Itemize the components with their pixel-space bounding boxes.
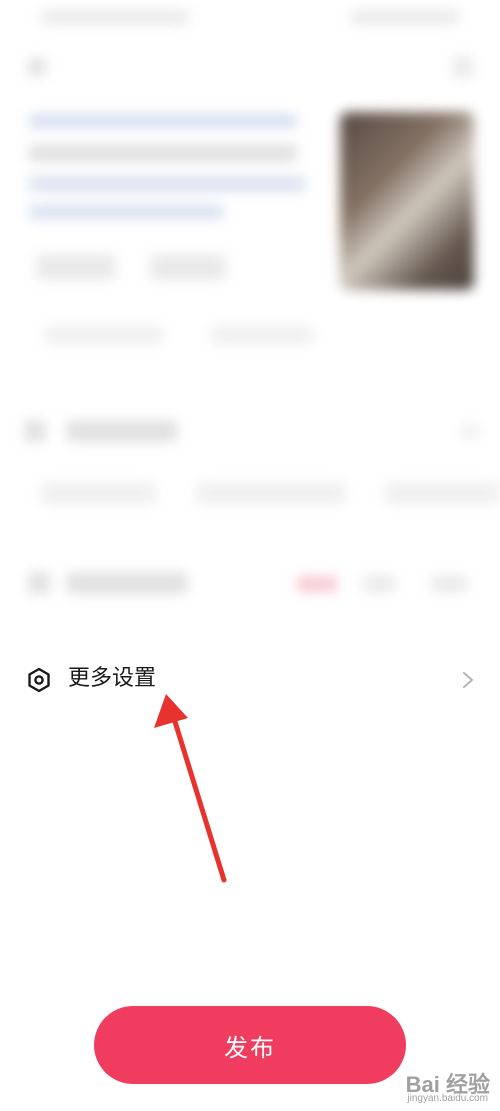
visibility-option[interactable] — [362, 576, 396, 592]
hexagon-settings-icon — [28, 667, 50, 693]
section-icon — [28, 572, 50, 594]
visibility-option-selected[interactable] — [296, 576, 338, 592]
post-text-line — [28, 204, 224, 220]
suggestion-chip[interactable] — [196, 482, 346, 504]
tag-item[interactable] — [44, 326, 164, 344]
section-title — [66, 572, 188, 594]
suggestion-chip[interactable] — [384, 482, 500, 504]
post-text-line — [28, 176, 306, 192]
back-icon[interactable] — [28, 58, 46, 76]
topic-pill[interactable] — [150, 254, 226, 280]
section-title — [66, 420, 178, 442]
more-settings-label: 更多设置 — [68, 666, 157, 691]
cover-thumbnail[interactable] — [340, 112, 474, 290]
annotation-arrow — [154, 694, 227, 883]
post-text-line — [28, 114, 298, 128]
status-bar-left — [40, 10, 190, 24]
watermark: Bai 经验 jingyan.baidu.com — [374, 1067, 494, 1107]
suggestion-chip[interactable] — [40, 482, 156, 504]
post-text-line — [28, 144, 298, 162]
blurred-content — [0, 0, 500, 640]
publish-button[interactable]: 发布 — [94, 1006, 406, 1084]
topic-pill[interactable] — [36, 254, 116, 280]
status-bar-right — [350, 10, 460, 24]
visibility-option[interactable] — [430, 576, 468, 592]
publish-button-label: 发布 — [224, 1033, 276, 1062]
more-icon[interactable] — [452, 56, 474, 78]
section-chevron-icon[interactable] — [460, 424, 480, 438]
section-icon — [24, 420, 46, 442]
more-settings-row[interactable]: 更多设置 — [0, 654, 500, 706]
tag-item[interactable] — [210, 326, 314, 344]
chevron-right-icon — [463, 672, 473, 688]
watermark-subtext: jingyan.baidu.com — [407, 1093, 488, 1104]
